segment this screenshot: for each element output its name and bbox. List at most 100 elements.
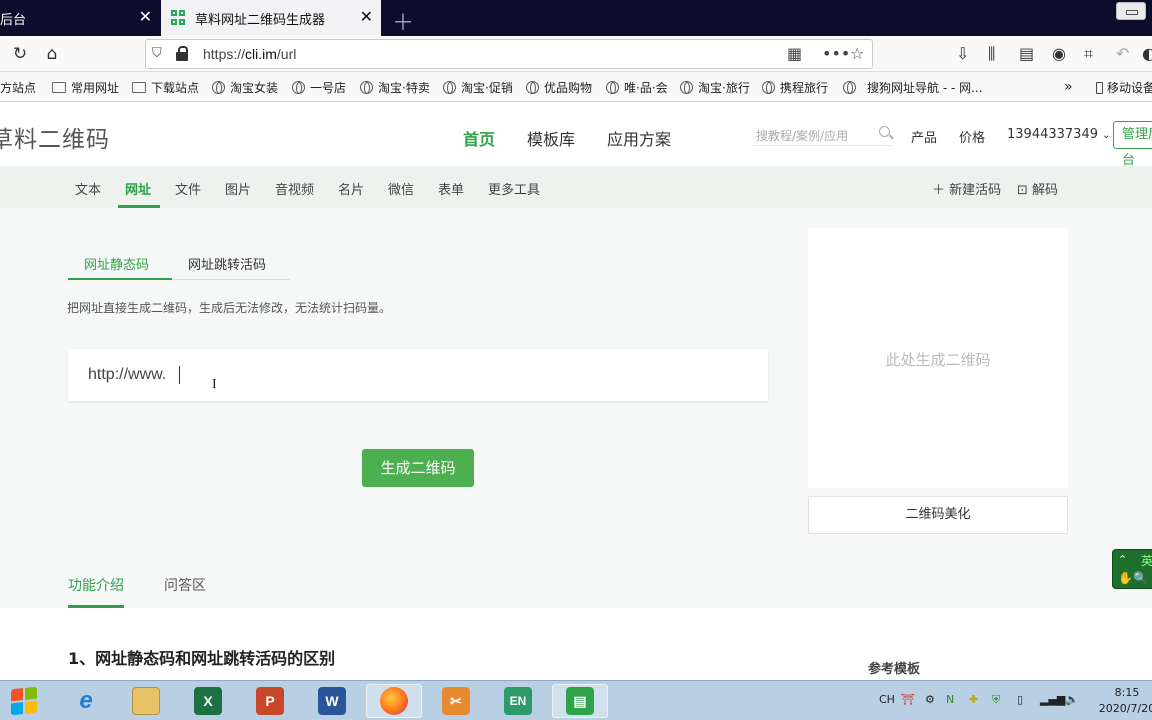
globe-icon xyxy=(360,81,373,94)
taskbar-powerpoint[interactable]: P xyxy=(242,684,298,718)
intro-section: 1、网址静态码和网址跳转活码的区别 参考模板 xyxy=(0,608,1152,680)
description-text: 把网址直接生成二维码，生成后无法修改，无法统计扫码量。 xyxy=(67,301,392,315)
bookmark-item[interactable]: 优品购物 xyxy=(526,79,592,96)
crop-icon[interactable]: ⌗ xyxy=(1084,44,1093,64)
lock-icon[interactable] xyxy=(176,46,188,62)
chevron-right-icon[interactable]: » xyxy=(1064,79,1073,95)
tab-backend[interactable]: 后台 ✕ xyxy=(0,0,160,36)
hand-search-icon: ✋🔍 xyxy=(1118,571,1148,585)
tab-qa[interactable]: 问答区 xyxy=(164,575,206,595)
download-icon[interactable]: ⇩ xyxy=(956,44,969,63)
bookmark-item[interactable]: 淘宝·特卖 xyxy=(360,79,430,96)
reference-templates-heading: 参考模板 xyxy=(868,662,921,677)
bookmark-folder[interactable]: 常用网址 xyxy=(52,79,119,96)
security-shield-icon[interactable]: ⛨ xyxy=(992,693,1000,707)
shield-icon[interactable]: ⛉ xyxy=(152,46,162,61)
url-input[interactable] xyxy=(68,349,768,401)
bookmark-folder[interactable]: 下载站点 xyxy=(132,79,199,96)
taskbar-firefox[interactable] xyxy=(366,684,422,718)
subnav-wechat[interactable]: 微信 xyxy=(388,179,414,198)
browser-tab-bar: 后台 ✕ 草料网址二维码生成器 ✕ ＋ xyxy=(0,0,1152,36)
tab-qr-generator[interactable]: 草料网址二维码生成器 ✕ xyxy=(161,0,381,36)
subnav-text[interactable]: 文本 xyxy=(75,179,101,198)
subnav-form[interactable]: 表单 xyxy=(438,179,464,198)
nav-price[interactable]: 价格 xyxy=(959,127,985,146)
bookmark-item[interactable]: 搜狗网址导航 - - 网... xyxy=(843,79,983,96)
tray-n-icon[interactable]: N xyxy=(946,693,954,706)
bookmark-item[interactable]: 移动设备 xyxy=(1096,79,1152,96)
tray-settings-icon[interactable]: ⚙ xyxy=(925,693,935,706)
search-placeholder: 搜教程/案例/应用 xyxy=(756,129,849,143)
subnav-url[interactable]: 网址 xyxy=(125,179,151,198)
generate-qr-button[interactable]: 生成二维码 xyxy=(362,449,474,487)
battery-icon[interactable]: ▯ xyxy=(1017,693,1023,706)
taskbar-ie[interactable]: e xyxy=(58,684,114,718)
new-tab-icon[interactable]: ＋ xyxy=(392,5,414,37)
address-bar[interactable]: ⛉ https://cli.im/url ▦ ••• ☆ xyxy=(145,39,873,69)
tray-plus-icon[interactable]: ✚ xyxy=(969,693,978,706)
close-icon[interactable]: ✕ xyxy=(360,9,373,25)
bookmark-item[interactable]: 唯·品·会 xyxy=(606,79,668,96)
subnav-more-tools[interactable]: 更多工具 xyxy=(488,179,540,198)
globe-icon xyxy=(606,81,619,94)
ime-icon[interactable]: ⛩ xyxy=(901,693,915,706)
url-text[interactable]: https://cli.im/url xyxy=(203,46,296,62)
tab-feature-intro[interactable]: 功能介绍 xyxy=(68,575,124,595)
bookmark-item[interactable]: 携程旅行 xyxy=(762,79,828,96)
ime-lang-label: 英 xyxy=(1141,554,1152,568)
account-icon[interactable]: ◉ xyxy=(1052,44,1066,63)
taskbar-sheet-app[interactable]: ▤ xyxy=(552,684,608,718)
nav-home[interactable]: 首页 xyxy=(463,126,495,150)
start-button[interactable] xyxy=(0,684,52,718)
qr-beautify-button[interactable]: 二维码美化 xyxy=(808,496,1068,534)
bookmark-item[interactable]: 淘宝·促销 xyxy=(443,79,513,96)
taskbar-en-app[interactable]: EN xyxy=(490,684,546,718)
site-logo[interactable]: 草料二维码 xyxy=(0,120,110,154)
window-restore-icon[interactable] xyxy=(1116,2,1146,20)
bookmark-item[interactable]: 淘宝女装 xyxy=(212,79,278,96)
bookmark-item[interactable]: 一号店 xyxy=(292,79,346,96)
tab-redirect-live-code[interactable]: 网址跳转活码 xyxy=(188,254,266,273)
ime-floating-widget[interactable]: ⌃ 英 ✋🔍 xyxy=(1112,549,1152,589)
home-icon[interactable]: ⌂ xyxy=(40,42,64,66)
qr-placeholder: 此处生成二维码 xyxy=(885,351,991,369)
volume-icon[interactable]: 🔈 xyxy=(1065,693,1079,706)
undo-icon[interactable]: ↶ xyxy=(1116,44,1129,63)
subnav-card[interactable]: 名片 xyxy=(338,179,364,198)
reload-icon[interactable]: ↻ xyxy=(8,42,32,66)
library-icon[interactable]: ⫼ xyxy=(988,44,995,64)
tab-label: 草料网址二维码生成器 xyxy=(195,12,326,28)
more-icon[interactable]: ••• xyxy=(822,44,850,63)
nav-templates[interactable]: 模板库 xyxy=(527,126,575,150)
chevron-up-icon: ⌃ xyxy=(1118,553,1128,566)
site-search-input[interactable]: 搜教程/案例/应用 xyxy=(754,126,892,146)
user-menu[interactable]: 13944337349 ⌄ xyxy=(1007,127,1111,142)
sidebar-icon[interactable]: ▤ xyxy=(1019,44,1034,63)
globe-icon xyxy=(212,81,225,94)
bookmark-item[interactable]: 官方站点 xyxy=(0,79,36,96)
windows-taskbar: e X P W ✂ EN ▤ CH ⛩ ⚙ N ✚ ⛨ ▯ ▂▄▆ 🔈 8:15… xyxy=(0,680,1152,720)
close-icon[interactable]: ✕ xyxy=(139,9,152,25)
nav-product[interactable]: 产品 xyxy=(911,127,937,146)
subnav-audio-video[interactable]: 音视频 xyxy=(275,179,314,198)
new-live-code-button[interactable]: ＋ 新建活码 xyxy=(932,179,1001,198)
manage-button[interactable]: 管理后台 xyxy=(1113,121,1152,168)
qr-code-icon[interactable]: ▦ xyxy=(787,44,802,63)
network-signal-icon[interactable]: ▂▄▆ xyxy=(1040,693,1065,706)
taskbar-word[interactable]: W xyxy=(304,684,360,718)
nav-solutions[interactable]: 应用方案 xyxy=(607,126,671,150)
powerpoint-icon: P xyxy=(256,687,284,715)
tray-lang[interactable]: CH xyxy=(879,693,895,706)
bookmark-star-icon[interactable]: ☆ xyxy=(850,44,864,63)
subnav-image[interactable]: 图片 xyxy=(225,179,251,198)
subnav-file[interactable]: 文件 xyxy=(175,179,201,198)
decode-button[interactable]: ⊡ 解码 xyxy=(1017,179,1058,198)
bookmark-item[interactable]: 淘宝·旅行 xyxy=(680,79,750,96)
extension-icon[interactable]: ◐ xyxy=(1142,44,1152,63)
taskbar-explorer[interactable] xyxy=(118,684,174,718)
system-clock[interactable]: 8:15 2020/7/20 xyxy=(1097,685,1152,717)
taskbar-snipping[interactable]: ✂ xyxy=(428,684,484,718)
search-icon[interactable] xyxy=(879,126,890,137)
taskbar-excel[interactable]: X xyxy=(180,684,236,718)
tab-static-url-code[interactable]: 网址静态码 xyxy=(84,254,149,273)
